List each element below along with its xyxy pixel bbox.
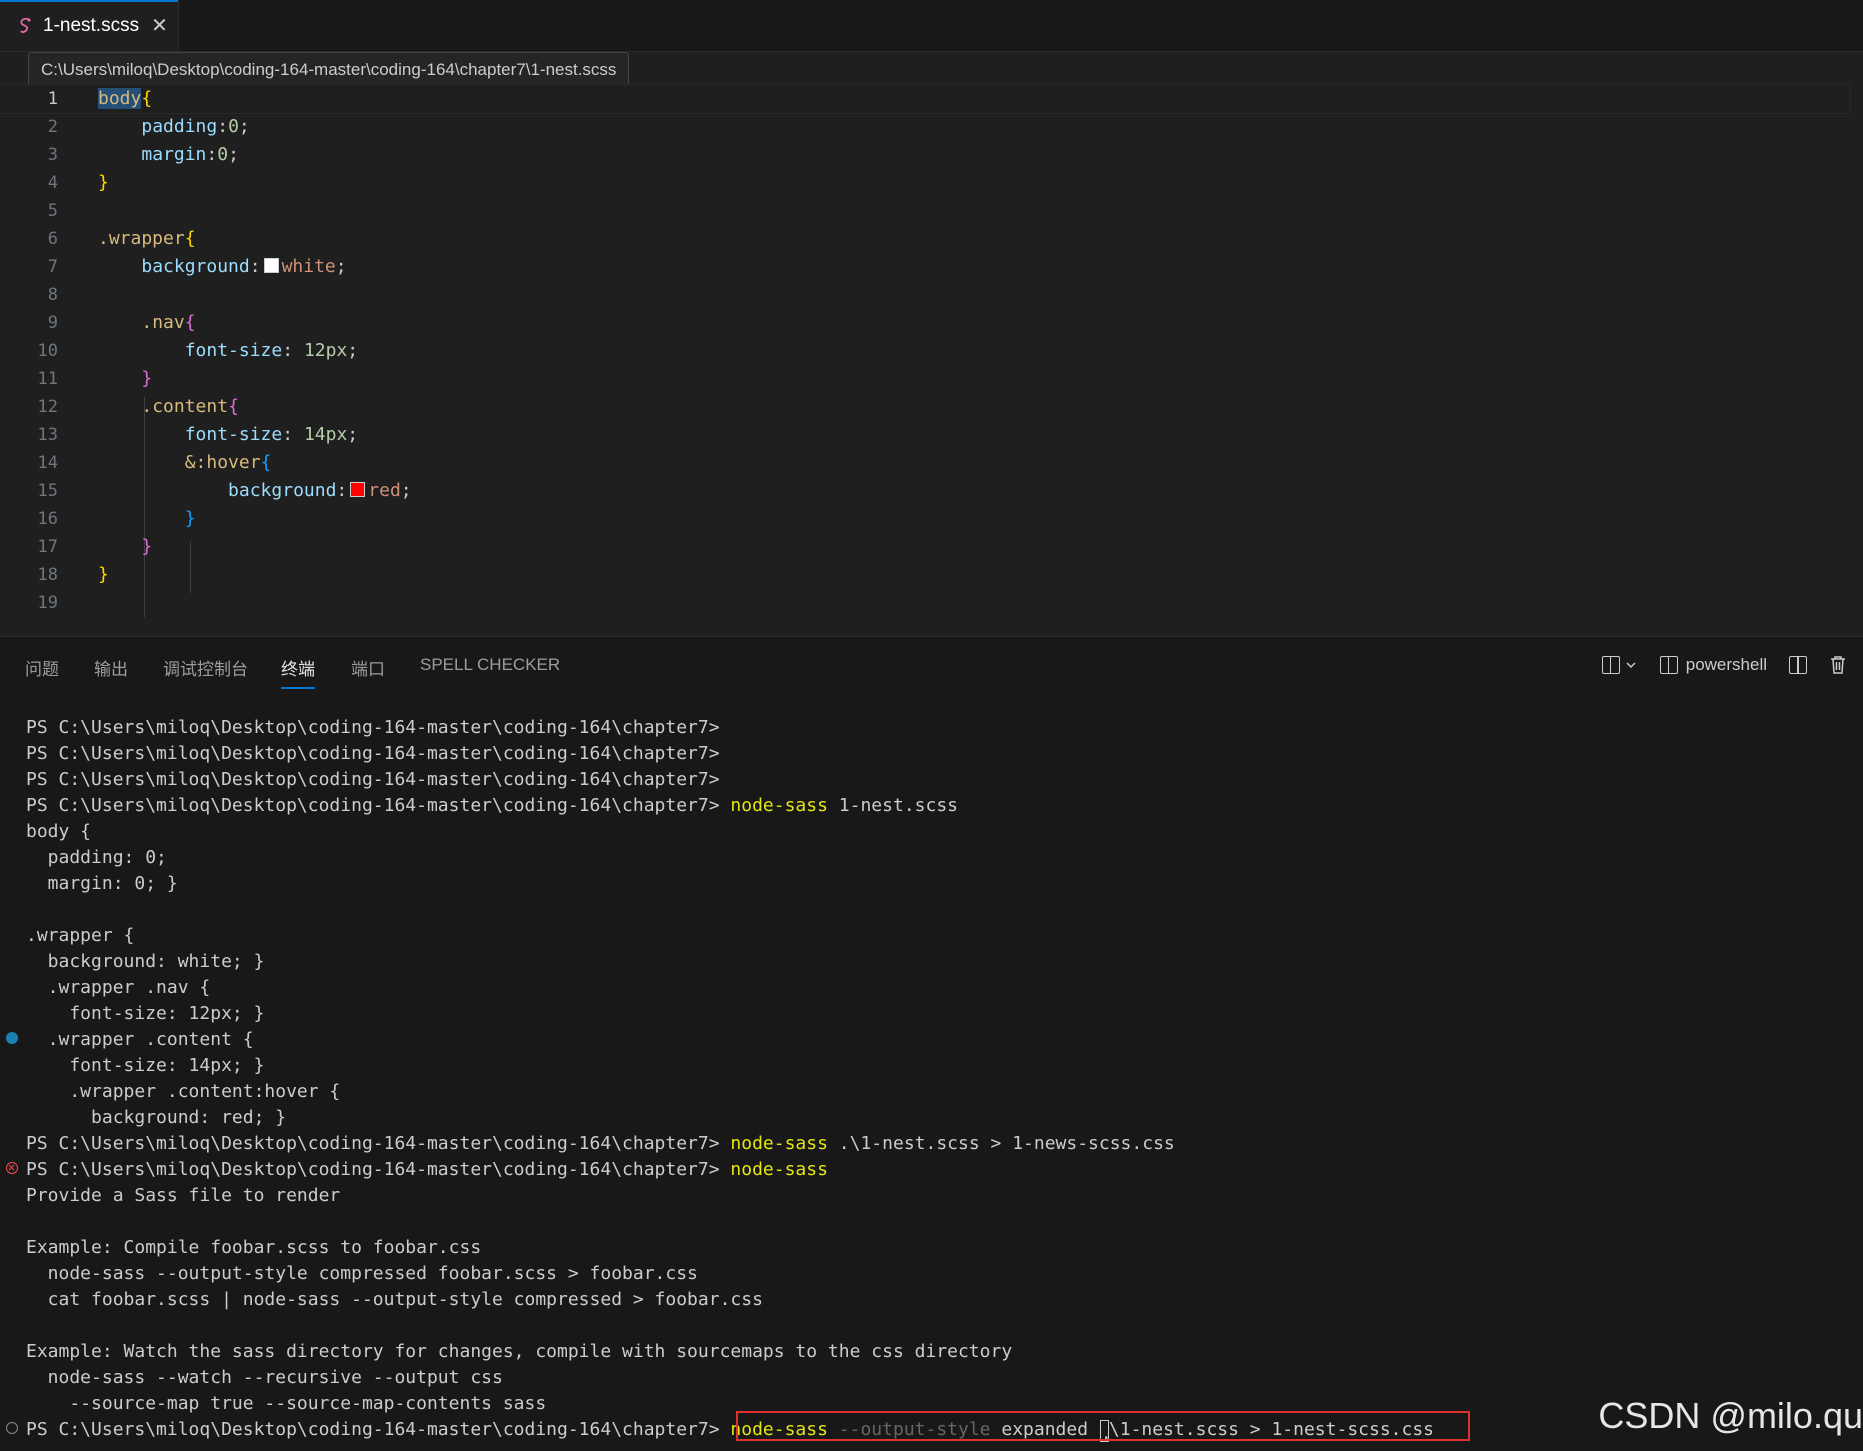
terminal-line: node-sass --watch --recursive --output c…	[26, 1367, 503, 1388]
split-terminal-button[interactable]	[1789, 656, 1807, 674]
code-line: 8	[0, 281, 1850, 309]
terminal-line: .wrapper .content:hover {	[26, 1081, 341, 1102]
panel-tabs: 问题 输出 调试控制台 终端 端口 SPELL CHECKER powershe…	[0, 637, 1863, 693]
line-number: 2	[47, 117, 58, 137]
terminal-line: cat foobar.scss | node-sass --output-sty…	[26, 1289, 763, 1310]
line-number: 13	[37, 425, 58, 445]
terminal-line: background: red; }	[26, 1107, 287, 1128]
split-icon	[1789, 656, 1807, 674]
terminal-line: font-size: 14px; }	[26, 1055, 265, 1076]
code-line: 19	[0, 589, 1850, 617]
code-line: 16 }	[0, 505, 1850, 533]
code-line: 13 font-size: 14px;	[0, 421, 1850, 449]
line-number: 4	[47, 173, 58, 193]
command-pending-icon[interactable]	[6, 1422, 18, 1434]
code-line: 9 .nav{	[0, 309, 1850, 337]
tab-terminal[interactable]: 终端	[281, 655, 315, 689]
line-number: 10	[37, 341, 58, 361]
color-swatch-red[interactable]	[350, 482, 366, 497]
split-icon	[1601, 656, 1620, 674]
active-tab-indicator	[0, 0, 178, 2]
line-number: 9	[47, 313, 58, 333]
tab-1-nest-scss[interactable]: 1-nest.scss ✕	[0, 0, 179, 51]
code-line: 2 padding:0;	[0, 113, 1850, 141]
terminal-line: .wrapper .nav {	[26, 977, 211, 998]
file-path-tooltip: C:\Users\miloq\Desktop\coding-164-master…	[28, 52, 630, 88]
terminal-line: Example: Watch the sass directory for ch…	[26, 1341, 1013, 1362]
code-line: 10 font-size: 12px;	[0, 337, 1850, 365]
code-line: 18 }	[0, 561, 1850, 589]
tab-problems[interactable]: 问题	[25, 655, 59, 680]
tab-label: 1-nest.scss	[43, 14, 140, 36]
kill-terminal-button[interactable]	[1829, 655, 1847, 675]
line-number: 3	[47, 145, 58, 165]
terminal-line: margin: 0; }	[26, 873, 178, 894]
new-terminal-split-button[interactable]	[1601, 656, 1638, 674]
line-number: 17	[37, 537, 58, 557]
sass-icon	[20, 17, 31, 33]
terminal-line: .wrapper {	[26, 925, 135, 946]
terminal-line: .wrapper .content {	[26, 1029, 254, 1050]
line-number: 6	[47, 229, 58, 249]
line-number: 19	[37, 593, 58, 613]
terminal-line: PS C:\Users\miloq\Desktop\coding-164-mas…	[26, 743, 720, 764]
terminal-line: Example: Compile foobar.scss to foobar.c…	[26, 1237, 482, 1258]
line-number: 5	[47, 201, 58, 221]
code-line: 5	[0, 197, 1850, 225]
terminal-line: PS C:\Users\miloq\Desktop\coding-164-mas…	[26, 717, 720, 738]
highlight-box	[736, 1411, 1470, 1441]
code-line: 6 .wrapper{	[0, 225, 1850, 253]
watermark: CSDN @milo.qu	[1598, 1395, 1863, 1436]
terminal-line: PS C:\Users\miloq\Desktop\coding-164-mas…	[26, 1159, 828, 1180]
code-line: 4 }	[0, 169, 1850, 197]
code-line: 14 &:hover{	[0, 449, 1850, 477]
terminal-line: --source-map true --source-map-contents …	[26, 1393, 547, 1414]
shell-name: powershell	[1685, 655, 1767, 674]
panel-actions: powershell	[1601, 649, 1847, 681]
terminal-line: PS C:\Users\miloq\Desktop\coding-164-mas…	[26, 795, 959, 816]
terminal-line: Provide a Sass file to render	[26, 1185, 341, 1206]
terminal-line: padding: 0;	[26, 847, 167, 868]
code-line: 11 }	[0, 365, 1850, 393]
terminal-selector[interactable]: powershell	[1659, 655, 1767, 675]
terminal-line: background: white; }	[26, 951, 265, 972]
code-line: 1 body{	[0, 84, 1851, 114]
code-line: 3 margin:0;	[0, 141, 1850, 169]
terminal-line: PS C:\Users\miloq\Desktop\coding-164-mas…	[26, 1133, 1175, 1154]
command-error-icon[interactable]	[6, 1162, 18, 1174]
line-number: 12	[37, 397, 58, 417]
line-number: 15	[37, 481, 58, 501]
line-number: 7	[47, 257, 58, 277]
terminal-icon	[1659, 656, 1678, 674]
tab-debug-console[interactable]: 调试控制台	[163, 655, 248, 680]
color-swatch-white[interactable]	[263, 258, 279, 273]
line-number: 18	[37, 565, 58, 585]
code-line: 7 background: white;	[0, 253, 1850, 281]
trash-icon	[1831, 656, 1845, 674]
line-number: 1	[47, 89, 58, 109]
line-number: 11	[37, 369, 58, 389]
terminal-line: font-size: 12px; }	[26, 1003, 265, 1024]
terminal-line: node-sass --output-style compressed foob…	[26, 1263, 698, 1284]
terminal-line: body {	[26, 821, 92, 842]
close-icon[interactable]: ✕	[151, 13, 168, 38]
command-success-icon[interactable]	[6, 1032, 18, 1044]
tab-ports[interactable]: 端口	[351, 655, 385, 680]
line-number: 16	[37, 509, 58, 529]
chevron-down-icon	[1626, 662, 1636, 669]
code-line: 12 .content{	[0, 393, 1850, 421]
editor-tab-bar: 1-nest.scss ✕	[0, 0, 1863, 52]
code-line: 15 background: red;	[0, 477, 1850, 505]
tab-spell-checker[interactable]: SPELL CHECKER	[420, 655, 560, 675]
line-number: 8	[47, 285, 58, 305]
code-editor[interactable]: 1 body{ 2 padding:0; 3 margin:0; 4 } 5 6…	[0, 84, 1863, 635]
tab-output[interactable]: 输出	[94, 655, 128, 680]
code-line: 17 }	[0, 533, 1850, 561]
line-number: 14	[37, 453, 58, 473]
terminal-line: PS C:\Users\miloq\Desktop\coding-164-mas…	[26, 769, 720, 790]
